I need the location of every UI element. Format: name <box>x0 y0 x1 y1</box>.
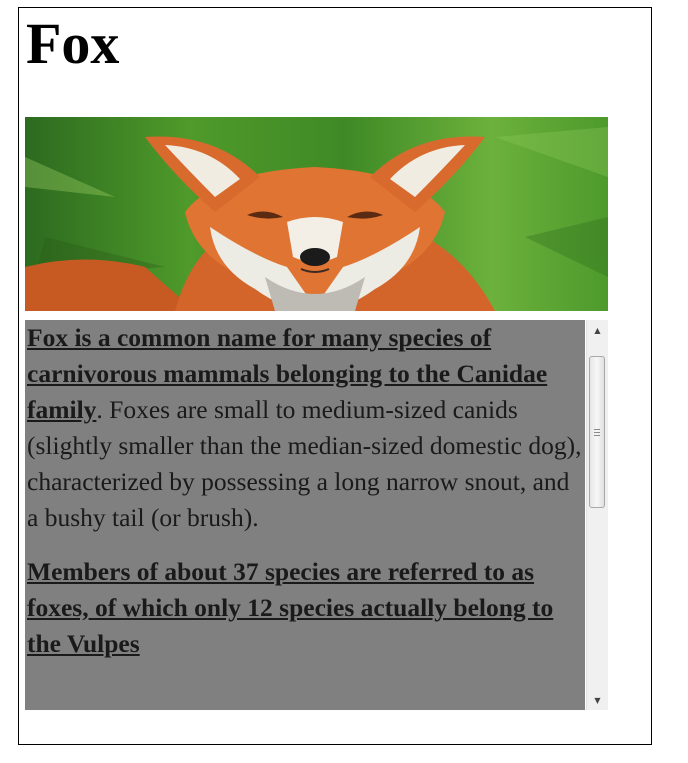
scroll-up-button[interactable]: ▲ <box>587 320 608 340</box>
article-paragraph-1: Fox is a common name for many species of… <box>27 320 585 536</box>
page-title: Fox <box>26 11 120 76</box>
fox-leg <box>25 259 195 311</box>
page-frame: Fox Fox is a common name for many specie… <box>18 7 652 745</box>
paragraph-2-lead: Members of about 37 species are referred… <box>27 557 554 658</box>
scroll-down-button[interactable]: ▼ <box>587 690 608 710</box>
fox-image <box>25 117 608 311</box>
arrow-up-icon: ▲ <box>594 325 601 335</box>
article-text-area[interactable]: Fox is a common name for many species of… <box>25 320 585 710</box>
vertical-scrollbar[interactable]: ▲ ▼ <box>586 320 608 710</box>
paragraph-1-body: . Foxes are small to medium-sized canids… <box>27 395 582 532</box>
grip-icon <box>594 428 600 436</box>
arrow-down-icon: ▼ <box>594 695 601 705</box>
fox-nose <box>300 248 330 266</box>
article-paragraph-2: Members of about 37 species are referred… <box>27 554 585 662</box>
scroll-thumb[interactable] <box>589 356 605 508</box>
article-content: Fox is a common name for many species of… <box>25 320 585 662</box>
fox-illustration <box>25 127 608 311</box>
article-scroll-panel[interactable]: Fox is a common name for many species of… <box>25 320 608 710</box>
